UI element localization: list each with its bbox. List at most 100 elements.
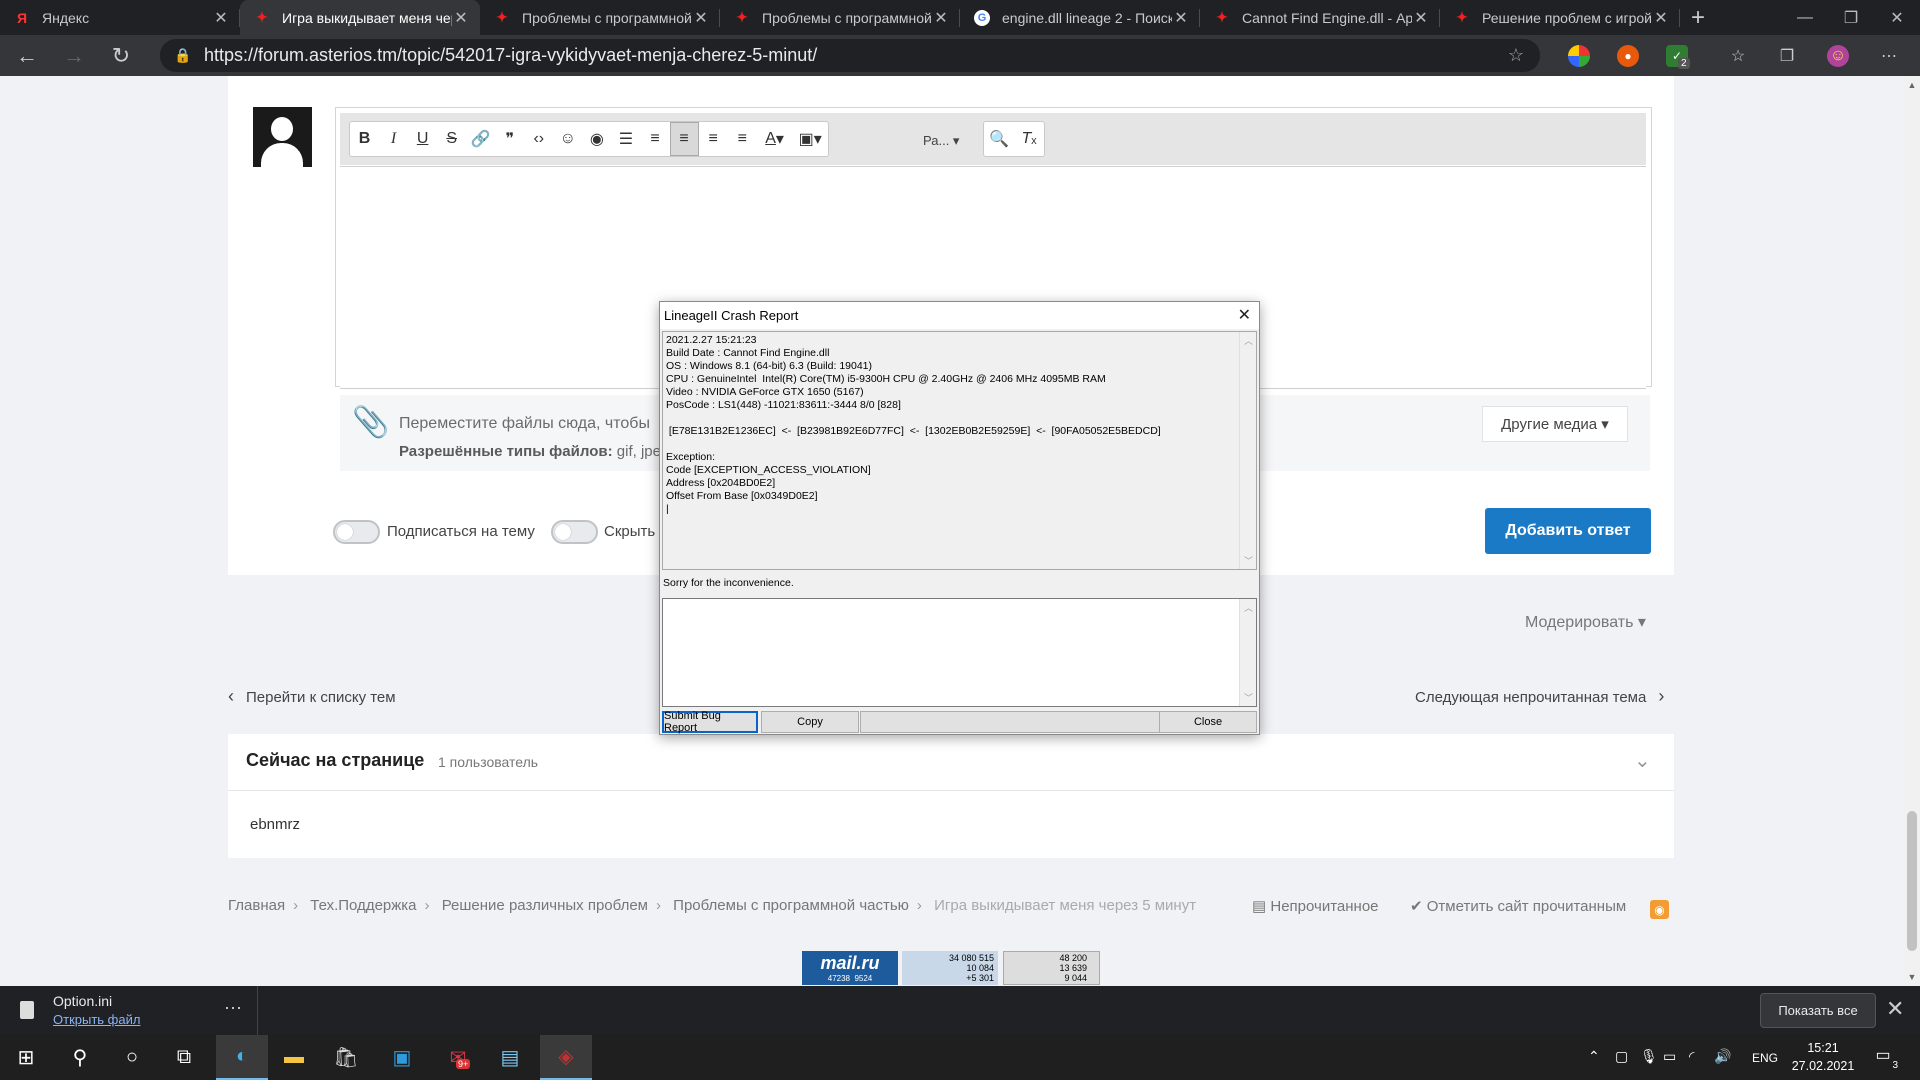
close-icon[interactable]: ✕: [1238, 305, 1251, 325]
file-explorer-icon[interactable]: ▬: [268, 1035, 320, 1080]
clock[interactable]: 15:21 27.02.2021: [1790, 1039, 1856, 1075]
breadcrumb-home[interactable]: Главная: [228, 897, 285, 914]
close-icon[interactable]: ✕: [212, 8, 230, 28]
chevron-down-icon[interactable]: ⌄: [1634, 748, 1651, 773]
numbered-list-icon[interactable]: ≡: [640, 122, 669, 156]
bold-button[interactable]: B: [350, 122, 379, 156]
windows-start-icon[interactable]: ⊞: [0, 1035, 52, 1080]
clear-format-icon[interactable]: Tₓ: [1014, 122, 1044, 156]
microphone-icon[interactable]: 🎙: [1640, 1048, 1658, 1065]
minimize-button[interactable]: —: [1782, 0, 1828, 35]
background-color-icon[interactable]: ▣▾: [792, 122, 828, 156]
cortana-icon[interactable]: ○: [106, 1035, 158, 1080]
submit-bug-report-button[interactable]: Submit Bug Report: [662, 710, 758, 734]
scroll-down-icon[interactable]: ﹀: [1240, 691, 1257, 704]
download-item[interactable]: Option.ini Открыть файл ⋯: [0, 986, 258, 1035]
scroll-up-icon[interactable]: ︿: [1240, 334, 1257, 347]
window-app-icon[interactable]: ▤: [484, 1035, 536, 1080]
tab-problems-2[interactable]: ✦ Проблемы с программной ✕: [720, 0, 960, 35]
scroll-up-icon[interactable]: ︿: [1240, 601, 1257, 614]
tray-chevron-icon[interactable]: ⌃: [1588, 1048, 1600, 1065]
reload-icon[interactable]: ↻: [101, 35, 141, 76]
crash-log[interactable]: 2021.2.27 15:21:23 Build Date : Cannot F…: [662, 331, 1257, 570]
lineage-icon[interactable]: ◈: [540, 1035, 592, 1080]
bug-description-input[interactable]: ︿ ﹀: [662, 598, 1257, 707]
close-icon[interactable]: ✕: [932, 8, 950, 28]
link-icon[interactable]: 🔗: [466, 122, 495, 156]
close-icon[interactable]: ✕: [1886, 996, 1904, 1022]
align-left-icon[interactable]: ≡: [669, 122, 699, 156]
font-select[interactable]: Ра... ▾: [923, 133, 959, 149]
quote-icon[interactable]: ❞: [495, 122, 524, 156]
subscribe-toggle[interactable]: [333, 520, 380, 544]
close-icon[interactable]: ✕: [1412, 8, 1430, 28]
moderate-menu[interactable]: Модерировать ▾: [1525, 612, 1646, 632]
tab-cannot-find-engine[interactable]: ✦ Cannot Find Engine.dll - Ар ✕: [1200, 0, 1440, 35]
spoiler-eye-icon[interactable]: ◉: [582, 122, 611, 156]
liveinternet-counter[interactable]: 48 200 13 639 9 044: [1003, 951, 1100, 985]
close-icon[interactable]: ✕: [1172, 8, 1190, 28]
notification-icon[interactable]: ▭ 3: [1870, 1045, 1898, 1071]
scroll-up-icon[interactable]: ▲: [1904, 80, 1920, 90]
profile-avatar[interactable]: ☺: [1827, 45, 1849, 67]
store-icon[interactable]: 🛍: [320, 1035, 372, 1080]
task-view-icon[interactable]: ⧉: [158, 1035, 210, 1080]
online-user-link[interactable]: ebnmrz: [250, 816, 300, 833]
show-all-button[interactable]: Показать все: [1760, 993, 1876, 1028]
page-scrollbar[interactable]: ▲ ▼: [1904, 76, 1920, 986]
back-icon[interactable]: ←: [7, 35, 47, 76]
forward-icon[interactable]: →: [54, 35, 94, 76]
edge-browser-icon[interactable]: ◐: [216, 1035, 268, 1080]
more-dots-icon[interactable]: ⋯: [224, 998, 242, 1019]
window-close-button[interactable]: ✕: [1874, 0, 1920, 35]
battery-icon[interactable]: ▭: [1663, 1048, 1676, 1065]
close-icon[interactable]: ✕: [452, 8, 470, 28]
meet-icon[interactable]: ▢: [1615, 1048, 1628, 1065]
strikethrough-button[interactable]: S: [437, 122, 466, 156]
preview-icon[interactable]: 🔍: [984, 122, 1014, 156]
open-file-link[interactable]: Открыть файл: [53, 1012, 140, 1027]
tab-solutions[interactable]: ✦ Решение проблем с игрой ✕: [1440, 0, 1680, 35]
back-to-list-link[interactable]: ‹ Перейти к списку тем: [228, 686, 396, 707]
tab-google-search[interactable]: G engine.dll lineage 2 - Поиск ✕: [960, 0, 1200, 35]
tab-problems-1[interactable]: ✦ Проблемы с программной ✕: [480, 0, 720, 35]
url-bar[interactable]: 🔒 https://forum.asterios.tm/topic/542017…: [160, 39, 1540, 72]
tab-active-topic[interactable]: ✦ Игра выкидывает меня чере ✕: [240, 0, 480, 35]
menu-dots-icon[interactable]: ⋯: [1878, 45, 1900, 67]
scroll-thumb[interactable]: [1907, 811, 1917, 951]
wifi-icon[interactable]: ◜: [1689, 1048, 1694, 1065]
favorites-icon[interactable]: ☆: [1727, 45, 1749, 67]
breadcrumb-solutions[interactable]: Решение различных проблем: [442, 897, 648, 914]
collections-icon[interactable]: ❐: [1776, 45, 1798, 67]
align-right-icon[interactable]: ≡: [728, 122, 757, 156]
bullet-list-icon[interactable]: ☰: [611, 122, 640, 156]
rss-icon[interactable]: ◉: [1650, 900, 1669, 919]
app-icon[interactable]: ▣: [376, 1035, 428, 1080]
other-media-button[interactable]: Другие медиа ▾: [1482, 406, 1628, 442]
next-unread-link[interactable]: Следующая непрочитанная тема ›: [1415, 686, 1664, 707]
input-scrollbar[interactable]: ︿ ﹀: [1239, 599, 1256, 706]
extension-color-icon[interactable]: [1568, 45, 1590, 67]
emoji-icon[interactable]: ☺: [553, 122, 582, 156]
add-reply-button[interactable]: Добавить ответ: [1485, 508, 1651, 554]
bookmark-star-icon[interactable]: ☆: [1508, 45, 1524, 66]
language-indicator[interactable]: ENG: [1752, 1051, 1778, 1065]
mail-icon[interactable]: ✉: [432, 1035, 484, 1080]
dialog-titlebar[interactable]: LineageII Crash Report ✕: [660, 302, 1259, 329]
align-center-icon[interactable]: ≡: [699, 122, 728, 156]
restore-button[interactable]: ❐: [1828, 0, 1874, 35]
scroll-down-icon[interactable]: ﹀: [1240, 554, 1257, 567]
copy-button[interactable]: Copy: [761, 711, 859, 733]
close-icon[interactable]: ✕: [1652, 8, 1670, 28]
underline-button[interactable]: U: [408, 122, 437, 156]
scroll-down-icon[interactable]: ▼: [1904, 972, 1920, 982]
tab-yandex[interactable]: Я Яндекс ✕: [0, 0, 240, 35]
breadcrumb-software[interactable]: Проблемы с программной частью: [673, 897, 909, 914]
code-icon[interactable]: ‹›: [524, 122, 553, 156]
mailru-counter[interactable]: mail.ru 47238 9524: [802, 951, 898, 985]
unread-link[interactable]: ▤ Непрочитанное: [1252, 897, 1379, 915]
text-color-icon[interactable]: A ▾: [757, 122, 793, 156]
log-scrollbar[interactable]: ︿ ﹀: [1239, 332, 1256, 569]
close-button[interactable]: Close: [1159, 711, 1257, 733]
new-tab-button[interactable]: +: [1680, 0, 1716, 35]
